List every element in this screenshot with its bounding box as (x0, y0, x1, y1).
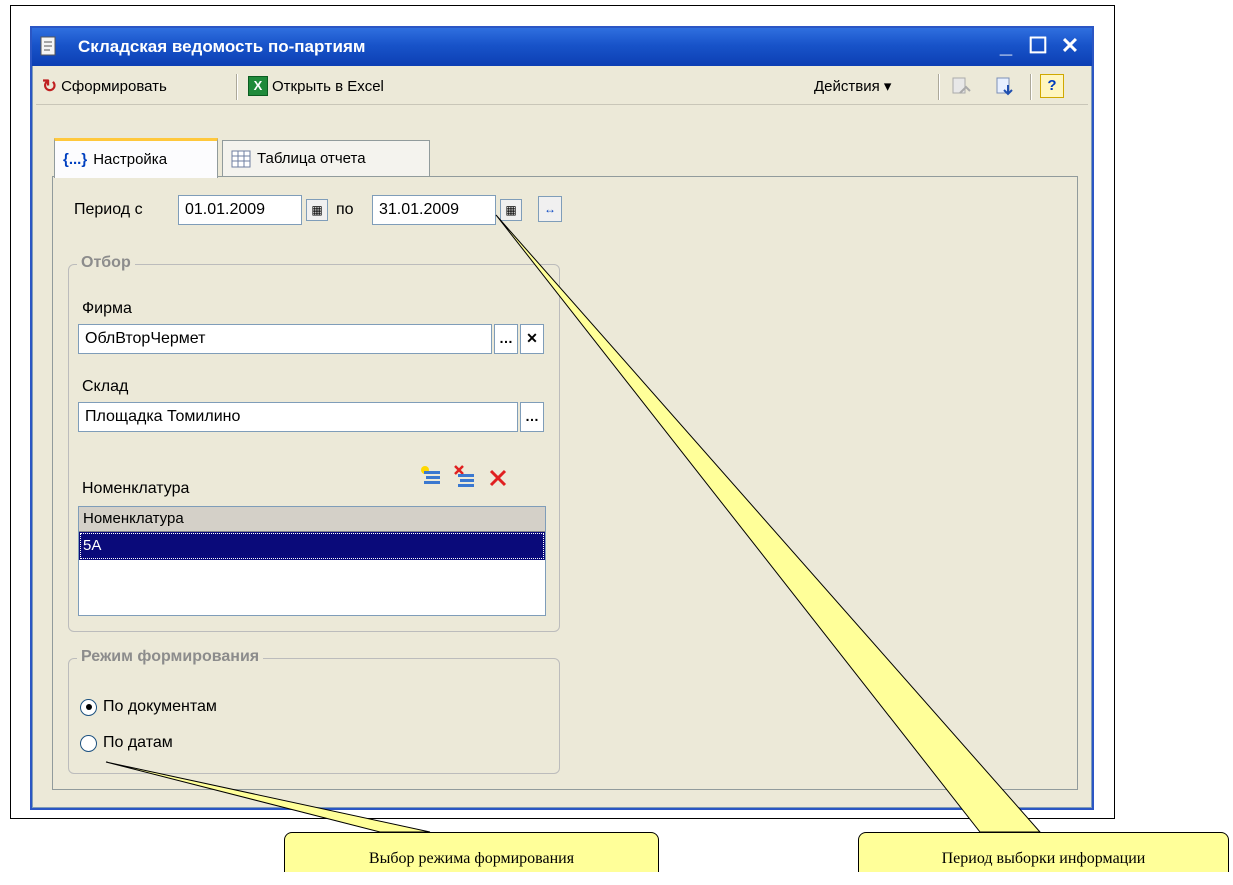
callout-mode: Выбор режима формирования (284, 832, 659, 872)
tab-settings-label: Настройка (93, 151, 168, 168)
callout-period: Период выборки информации (858, 832, 1229, 872)
tab-settings[interactable]: {...} Настройка (54, 138, 218, 178)
settings-braces-icon: {...} (63, 151, 88, 168)
callout-pointers (105, 214, 1042, 833)
